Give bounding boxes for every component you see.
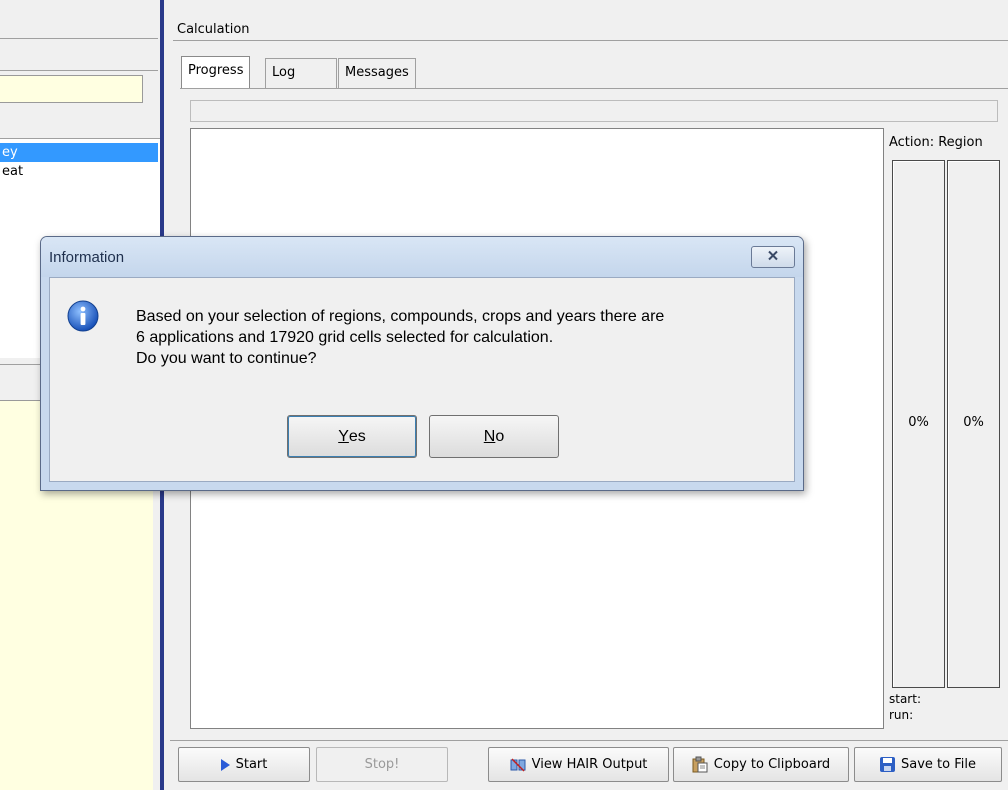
stop-button-label: Stop! xyxy=(364,757,400,772)
save-to-file-button[interactable]: Save to File xyxy=(854,747,1002,782)
yes-label: es xyxy=(348,427,366,445)
dialog-title: Information xyxy=(49,249,125,266)
info-field[interactable] xyxy=(0,75,143,103)
information-dialog: Information Based on your selection of r… xyxy=(40,236,804,491)
close-button[interactable] xyxy=(751,246,795,268)
divider xyxy=(173,40,1008,41)
play-icon xyxy=(220,758,230,771)
start-time-label: start: xyxy=(889,692,921,706)
tab-messages[interactable]: Messages xyxy=(338,58,416,88)
action-gauge: 0% xyxy=(892,160,945,688)
action-percent: 0% xyxy=(908,415,929,430)
copy-to-clipboard-button[interactable]: Copy to Clipboard xyxy=(673,747,849,782)
region-gauge: 0% xyxy=(947,160,1000,688)
save-to-file-label: Save to File xyxy=(901,757,976,772)
yes-accelerator: Y xyxy=(338,427,349,445)
dialog-body: Based on your selection of regions, comp… xyxy=(49,277,795,482)
view-hair-output-button[interactable]: View HAIR Output xyxy=(488,747,669,782)
message-line: Based on your selection of regions, comp… xyxy=(136,308,665,325)
run-time-label: run: xyxy=(889,708,914,722)
divider xyxy=(180,88,1008,89)
clipboard-icon xyxy=(692,756,708,773)
dialog-titlebar[interactable]: Information xyxy=(41,237,803,277)
view-hair-output-label: View HAIR Output xyxy=(531,757,648,772)
region-percent: 0% xyxy=(963,415,984,430)
dialog-message: Based on your selection of regions, comp… xyxy=(136,306,664,369)
info-icon xyxy=(67,300,99,332)
region-label: Region xyxy=(938,135,983,150)
tab-log[interactable]: Log xyxy=(265,58,337,88)
start-button-label: Start xyxy=(235,757,268,772)
no-label: o xyxy=(495,427,505,445)
section-title: Calculation xyxy=(177,22,250,37)
no-accelerator: N xyxy=(483,427,496,445)
floppy-disk-icon xyxy=(880,757,895,772)
message-line: Do you want to continue? xyxy=(136,350,317,367)
action-label: Action: xyxy=(889,135,935,150)
overall-progress-bar xyxy=(190,100,998,122)
stop-button[interactable]: Stop! xyxy=(316,747,448,782)
divider xyxy=(0,70,158,71)
list-item[interactable]: eat xyxy=(0,162,158,181)
no-button[interactable]: No xyxy=(429,415,559,458)
divider xyxy=(170,740,1008,741)
copy-to-clipboard-label: Copy to Clipboard xyxy=(713,757,831,772)
gauge-header: Action: Region xyxy=(889,135,983,150)
close-icon xyxy=(767,250,779,265)
hair-output-icon xyxy=(510,757,526,773)
yes-button[interactable]: Yes xyxy=(287,415,417,458)
message-line: 6 applications and 17920 grid cells sele… xyxy=(136,329,554,346)
start-button[interactable]: Start xyxy=(178,747,310,782)
list-item[interactable]: ey xyxy=(0,143,158,162)
tab-progress[interactable]: Progress xyxy=(181,56,251,88)
divider xyxy=(0,38,158,39)
